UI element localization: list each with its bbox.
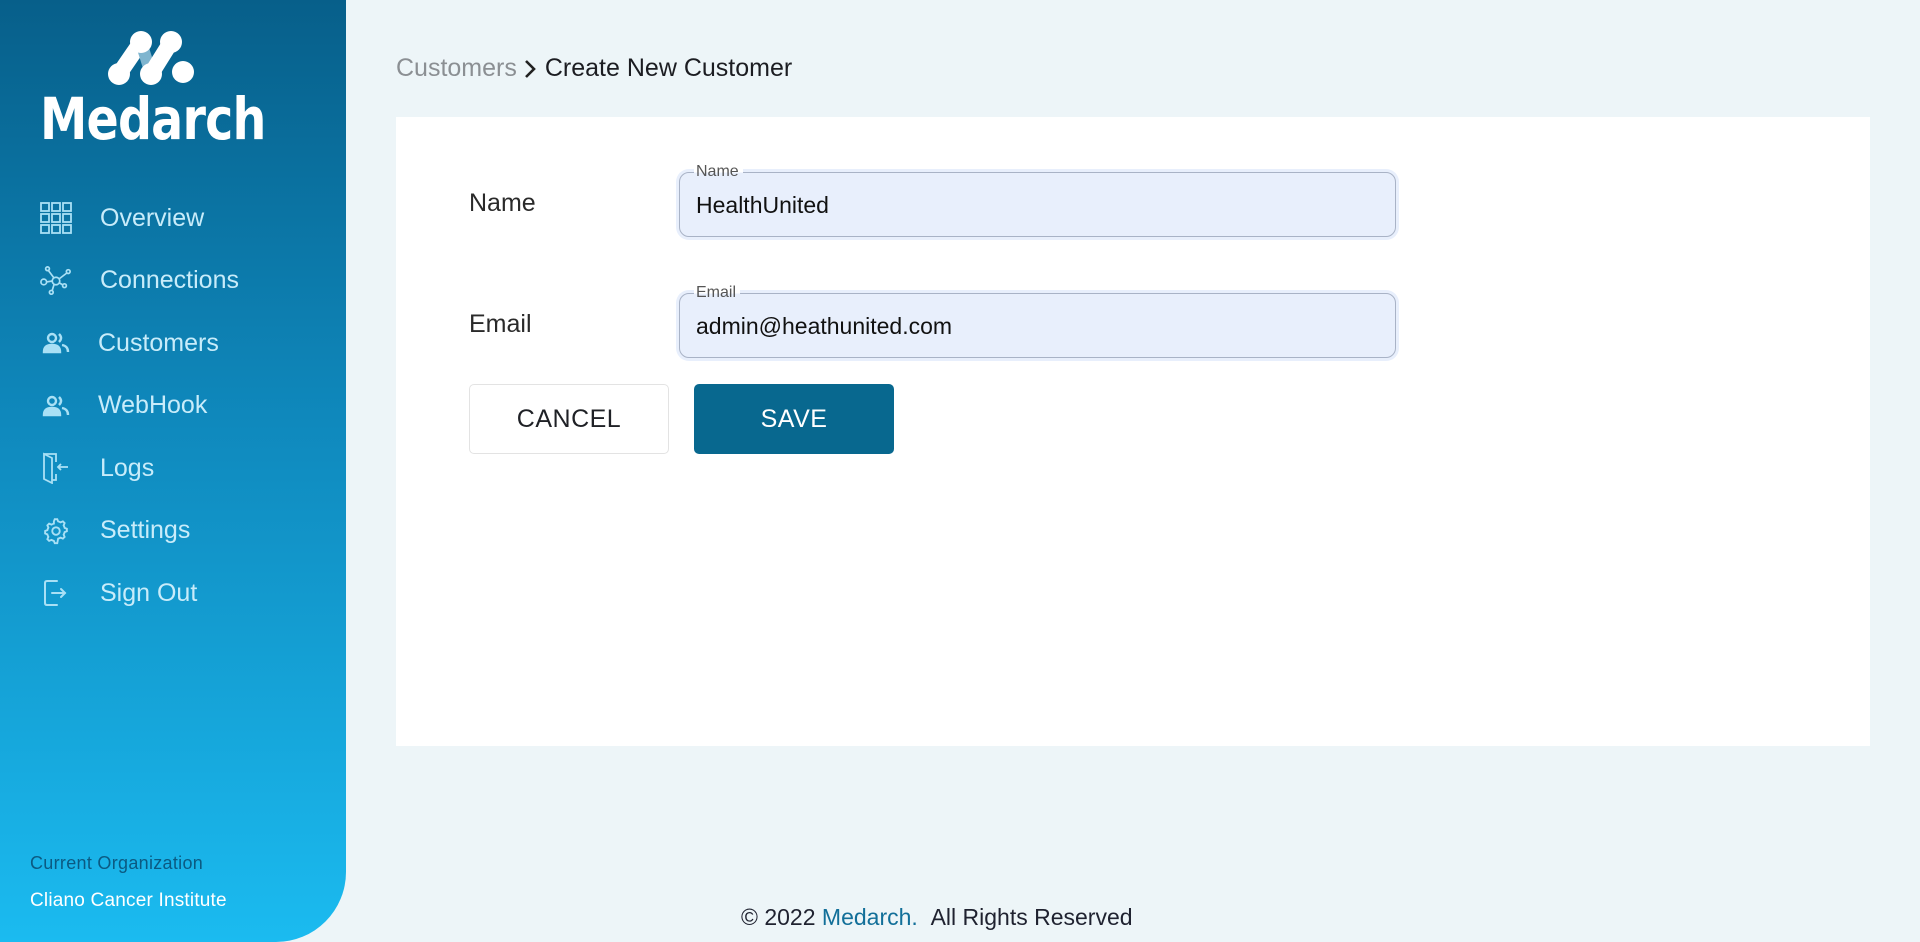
breadcrumb-customers-link[interactable]: Customers xyxy=(396,54,517,83)
name-field[interactable]: Name xyxy=(679,162,1396,237)
sidebar-item-label: Overview xyxy=(100,203,205,232)
sidebar-item-label: WebHook xyxy=(98,391,208,420)
sidebar-item-label: Customers xyxy=(98,328,219,357)
footer-brand-link[interactable]: Medarch. xyxy=(822,904,918,930)
copyright-text: © 2022 xyxy=(741,904,816,930)
network-icon xyxy=(40,265,72,297)
breadcrumb: Customers Create New Customer xyxy=(396,54,792,83)
sign-out-icon xyxy=(40,577,72,609)
sidebar-item-logs[interactable]: Logs xyxy=(0,437,346,500)
create-customer-form: Name Name Email Email CANCEL SAVE xyxy=(396,117,1870,746)
sidebar-item-webhook[interactable]: WebHook xyxy=(0,375,346,438)
users-icon xyxy=(40,327,72,359)
sidebar-item-connections[interactable]: Connections xyxy=(0,250,346,313)
org-caption: Current Organization xyxy=(30,853,204,873)
email-label: Email xyxy=(469,310,532,338)
sidebar-item-label: Connections xyxy=(100,266,239,295)
grid-icon xyxy=(40,202,72,235)
current-organization: Current Organization Cliano Cancer Insti… xyxy=(30,853,227,912)
sidebar-item-overview[interactable]: Overview xyxy=(0,187,346,250)
gear-icon xyxy=(40,515,72,547)
name-label: Name xyxy=(469,189,536,217)
name-input[interactable] xyxy=(696,189,1376,221)
sidebar-item-label: Sign Out xyxy=(100,578,198,607)
sidebar-item-customers[interactable]: Customers xyxy=(0,312,346,375)
footer: © 2022 Medarch. All Rights Reserved xyxy=(741,904,1133,931)
users-icon xyxy=(40,390,72,422)
org-name: Cliano Cancer Institute xyxy=(30,890,227,911)
email-input[interactable] xyxy=(696,310,1376,342)
sidebar-nav: Overview Connections Customers WebHook L… xyxy=(0,187,346,625)
chevron-right-icon xyxy=(523,58,537,80)
brand-name: Medarch xyxy=(40,85,266,153)
sidebar: Medarch Overview Connections Customers W… xyxy=(0,0,346,942)
name-field-legend: Name xyxy=(694,162,743,182)
rights-text: All Rights Reserved xyxy=(930,904,1133,930)
medarch-logo[interactable]: Medarch xyxy=(40,28,266,153)
page-title: Create New Customer xyxy=(544,54,793,82)
door-enter-icon xyxy=(40,452,72,485)
sidebar-item-label: Logs xyxy=(100,453,155,482)
sidebar-item-settings[interactable]: Settings xyxy=(0,500,346,563)
medarch-logo-icon xyxy=(108,31,194,85)
email-field[interactable]: Email xyxy=(679,283,1396,358)
cancel-button[interactable]: CANCEL xyxy=(469,384,669,454)
email-field-legend: Email xyxy=(694,283,741,303)
save-button[interactable]: SAVE xyxy=(694,384,894,454)
sidebar-item-sign-out[interactable]: Sign Out xyxy=(0,562,346,625)
sidebar-item-label: Settings xyxy=(100,516,191,545)
